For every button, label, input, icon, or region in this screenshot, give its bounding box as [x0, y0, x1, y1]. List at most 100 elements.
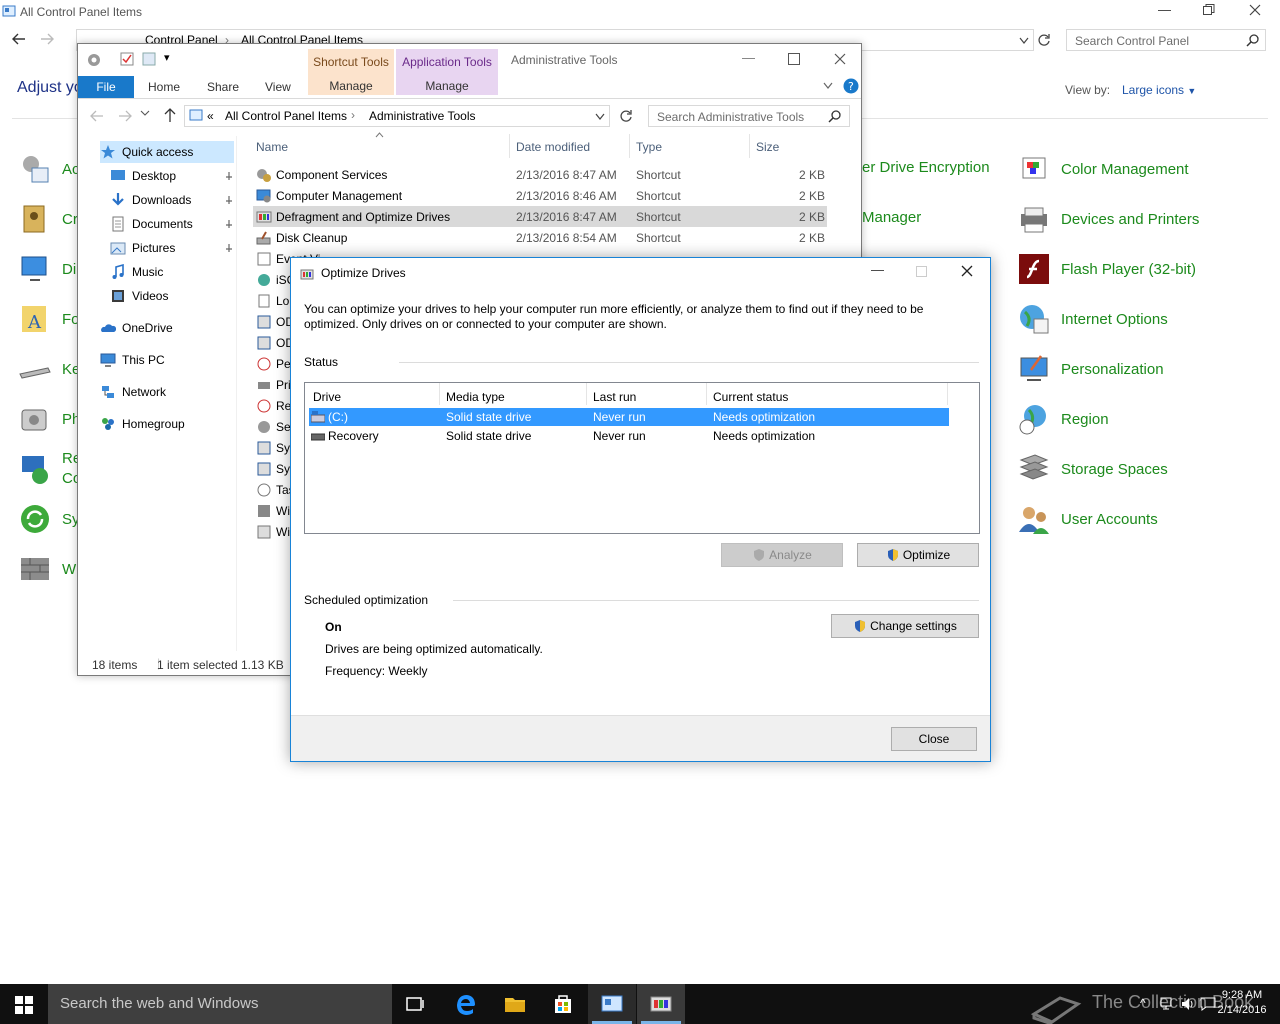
ribbon-tab-manage-shortcut[interactable]: Manage: [308, 79, 394, 93]
up-arrow-icon[interactable]: [164, 107, 176, 123]
search-icon[interactable]: [1246, 34, 1259, 47]
last-run-column-header[interactable]: Last run: [593, 390, 636, 404]
ribbon-tab-view[interactable]: View: [265, 80, 291, 94]
minimize-icon[interactable]: —: [871, 262, 884, 277]
properties-icon[interactable]: [120, 52, 134, 66]
nav-downloads[interactable]: Downloads: [110, 189, 232, 211]
view-by-dropdown[interactable]: Large icons ▼: [1122, 83, 1196, 97]
forward-arrow-icon[interactable]: [118, 110, 132, 122]
nav-music[interactable]: Music: [110, 261, 232, 283]
column-header-type[interactable]: Type: [636, 140, 662, 154]
taskbar-search-input[interactable]: Search the web and Windows: [48, 984, 392, 1024]
pin-icon[interactable]: [224, 219, 234, 229]
navigation-pane[interactable]: Quick access Desktop Downloads Documents…: [78, 136, 236, 651]
cp-item-region[interactable]: Region: [1017, 399, 1109, 439]
show-hidden-icons-icon[interactable]: ^: [1140, 996, 1146, 1010]
cp-item-personalization[interactable]: Personalization: [1017, 349, 1164, 389]
file-explorer-icon[interactable]: [503, 992, 527, 1016]
nav-network[interactable]: Network: [100, 381, 232, 403]
new-folder-icon[interactable]: [142, 52, 156, 66]
back-arrow-icon[interactable]: [12, 32, 26, 46]
search-icon[interactable]: [828, 110, 841, 123]
cp-item-user-accounts[interactable]: User Accounts: [1017, 499, 1158, 539]
column-divider[interactable]: [629, 134, 630, 158]
cp-item-sync[interactable]: Sy: [18, 499, 80, 539]
explorer-address-bar[interactable]: « All Control Panel Items › Administrati…: [184, 105, 610, 127]
nav-documents[interactable]: Documents: [110, 213, 232, 235]
column-header-name[interactable]: Name: [256, 140, 288, 154]
edge-browser-icon[interactable]: [454, 992, 478, 1016]
chevron-down-icon[interactable]: [1019, 37, 1029, 45]
column-header-date[interactable]: Date modified: [516, 140, 590, 154]
pin-icon[interactable]: [224, 171, 234, 181]
maximize-icon[interactable]: [788, 53, 800, 65]
ribbon-tab-manage-application[interactable]: Manage: [396, 79, 498, 93]
file-row[interactable]: Computer Management 2/13/2016 8:46 AM Shor…: [253, 185, 827, 206]
refresh-icon[interactable]: [619, 109, 633, 123]
column-divider[interactable]: [749, 134, 750, 158]
cp-item-remote[interactable]: Re Co: [18, 449, 81, 489]
breadcrumb-all-items[interactable]: All Control Panel Items: [225, 109, 347, 123]
cp-item-fonts[interactable]: A Fo: [18, 299, 80, 339]
dropdown-arrow-icon[interactable]: ▼: [1187, 86, 1196, 96]
taskbar-defrag-button[interactable]: [637, 984, 685, 1024]
expand-ribbon-icon[interactable]: [823, 82, 833, 90]
drive-column-header[interactable]: Drive: [313, 390, 341, 404]
ribbon-context-shortcut-tools[interactable]: Shortcut Tools Manage: [308, 49, 394, 95]
refresh-icon[interactable]: [1037, 33, 1051, 47]
cp-item-storage-spaces[interactable]: Storage Spaces: [1017, 449, 1168, 489]
change-settings-button[interactable]: Change settings: [831, 614, 979, 638]
control-panel-search-input[interactable]: Search Control Panel: [1066, 29, 1266, 51]
store-icon[interactable]: [551, 992, 575, 1016]
drive-list[interactable]: Drive Media type Last run Current status…: [304, 382, 980, 534]
nav-onedrive[interactable]: OneDrive: [100, 317, 232, 339]
pin-icon[interactable]: [224, 195, 234, 205]
breadcrumb-overflow[interactable]: «: [207, 109, 214, 123]
cp-item-color-management[interactable]: Color Management: [1017, 149, 1189, 189]
cp-item-phone[interactable]: Ph: [18, 399, 80, 439]
cp-item-display[interactable]: Di: [18, 249, 76, 289]
cp-item-keyboard[interactable]: Ke: [18, 349, 80, 389]
pin-icon[interactable]: [224, 243, 234, 253]
quick-access-toolbar-dropdown-icon[interactable]: ▾: [164, 51, 170, 64]
minimize-icon[interactable]: —: [742, 50, 755, 65]
nav-homegroup[interactable]: Homegroup: [100, 413, 232, 435]
help-icon[interactable]: ?: [843, 78, 859, 94]
column-divider[interactable]: [509, 134, 510, 158]
nav-quick-access[interactable]: Quick access: [100, 141, 234, 163]
ribbon-tab-file[interactable]: File: [78, 76, 134, 98]
current-status-column-header[interactable]: Current status: [713, 390, 788, 404]
cp-item-credential-manager[interactable]: Manager: [862, 209, 921, 226]
media-type-column-header[interactable]: Media type: [446, 390, 505, 404]
nav-videos[interactable]: Videos: [110, 285, 232, 307]
file-row[interactable]: Defragment and Optimize Drives 2/13/2016 …: [253, 206, 827, 227]
explorer-search-input[interactable]: Search Administrative Tools: [648, 105, 850, 127]
nav-this-pc[interactable]: This PC: [100, 349, 232, 371]
column-divider[interactable]: [947, 383, 948, 405]
cp-item-action-center[interactable]: Ac: [18, 149, 80, 189]
column-divider[interactable]: [439, 383, 440, 405]
ribbon-tab-share[interactable]: Share: [207, 80, 239, 94]
cp-item-internet-options[interactable]: Internet Options: [1017, 299, 1168, 339]
back-arrow-icon[interactable]: [90, 110, 104, 122]
cp-item-devices-printers[interactable]: Devices and Printers: [1017, 199, 1199, 239]
network-icon[interactable]: [1160, 996, 1176, 1012]
optimize-button[interactable]: Optimize: [857, 543, 979, 567]
ribbon-tab-home[interactable]: Home: [148, 80, 180, 94]
windows-start-icon[interactable]: [15, 996, 33, 1014]
recent-locations-icon[interactable]: [140, 108, 150, 118]
column-divider[interactable]: [586, 383, 587, 405]
close-icon[interactable]: [834, 53, 846, 65]
breadcrumb-admin-tools[interactable]: Administrative Tools: [369, 109, 476, 123]
column-header-size[interactable]: Size: [756, 140, 779, 154]
file-row[interactable]: Disk Cleanup 2/13/2016 8:54 AM Shortcut 2 K…: [253, 227, 827, 248]
minimize-icon[interactable]: —: [1158, 2, 1171, 17]
close-button[interactable]: Close: [891, 727, 977, 751]
cp-item-bitlocker[interactable]: er Drive Encryption: [862, 159, 990, 176]
taskbar-control-panel-button[interactable]: [588, 984, 636, 1024]
nav-pictures[interactable]: Pictures: [110, 237, 232, 259]
drive-row[interactable]: Recovery Solid state drive Never run Needs …: [309, 427, 949, 445]
close-icon[interactable]: [1249, 4, 1261, 16]
nav-desktop[interactable]: Desktop: [110, 165, 232, 187]
drive-row[interactable]: (C:) Solid state drive Never run Needs opti…: [309, 408, 949, 426]
